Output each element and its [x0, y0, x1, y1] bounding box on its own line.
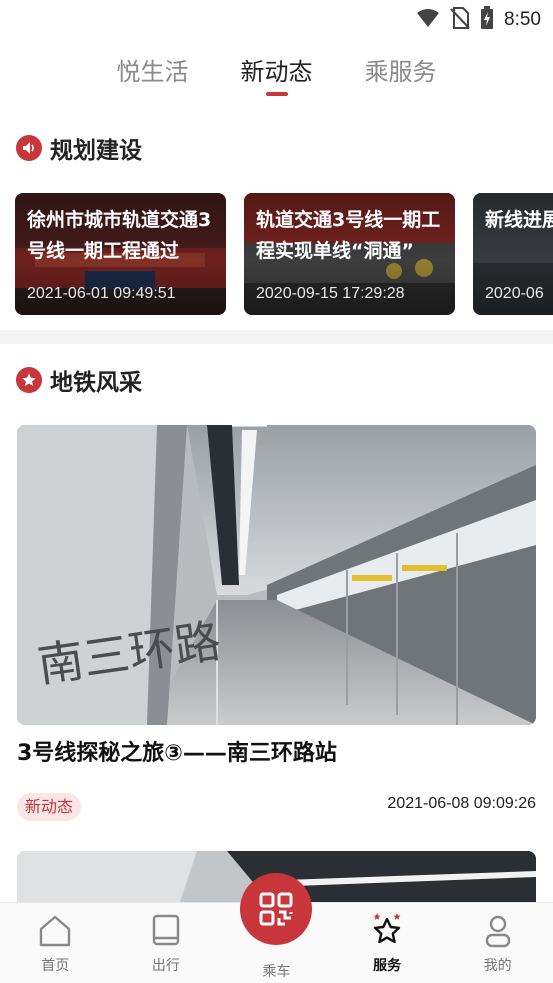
- tab-label: 乘服务: [364, 58, 437, 86]
- planning-section-header: 规划建设: [16, 131, 142, 165]
- station-platform-image: 南三环路: [17, 425, 536, 725]
- news-tag-badge: 新动态: [17, 793, 82, 821]
- section-title: 地铁风采: [50, 370, 142, 396]
- no-sim-icon: [450, 7, 470, 33]
- qr-code-icon: [240, 873, 313, 945]
- news-meta: 新动态 2021-06-08 09:09:26: [17, 793, 536, 821]
- tab-news[interactable]: 新动态: [241, 52, 313, 96]
- nav-label: 出行: [151, 958, 180, 974]
- planning-card[interactable]: 新线进展快推进车 2020-06: [473, 193, 553, 315]
- battery-charging-icon: [480, 6, 494, 34]
- featured-news-card[interactable]: 南三环路 3号线探秘之旅③——南三环路站 新动态 2021-06-08 09:0…: [17, 425, 536, 821]
- tab-label: 新动态: [240, 58, 313, 86]
- planning-card-title: 新线进展快推进车: [485, 209, 553, 231]
- planning-card[interactable]: 徐州市城市轨道交通3号线一期工程通过 2021-06-01 09:49:51: [15, 193, 226, 315]
- news-date: 2021-06-08 09:09:26: [387, 795, 536, 812]
- tab-indicator: [265, 92, 288, 96]
- star-icon: [367, 911, 407, 951]
- speaker-icon: [16, 135, 42, 161]
- planning-card-date: 2020-09-15 17:29:28: [256, 285, 405, 302]
- tab-yue-life[interactable]: 悦生活: [117, 52, 189, 96]
- planning-card-date: 2020-06: [485, 285, 544, 302]
- status-icons: 8:50: [416, 6, 541, 34]
- wifi-icon: [416, 8, 440, 32]
- tab-ride-service[interactable]: 乘服务: [365, 52, 437, 96]
- planning-card-title: 徐州市城市轨道交通3号线一期工程通过: [27, 209, 212, 262]
- news-image: 南三环路: [17, 425, 536, 725]
- status-bar: 8:50: [0, 0, 553, 38]
- planning-card[interactable]: 轨道交通3号线一期工程实现单线“洞通” 2020-09-15 17:29:28: [244, 193, 455, 315]
- planning-carousel[interactable]: 徐州市城市轨道交通3号线一期工程通过 2021-06-01 09:49:51 轨…: [15, 193, 553, 315]
- user-icon: [480, 911, 516, 951]
- nav-service[interactable]: 服务: [332, 903, 443, 983]
- section-title: 规划建设: [50, 138, 142, 164]
- nav-label: 乘车: [262, 964, 291, 980]
- tab-label: 悦生活: [116, 58, 189, 86]
- top-tabs: 悦生活 新动态 乘服务: [0, 52, 553, 108]
- nav-ride[interactable]: 乘车: [221, 873, 332, 983]
- section-divider: [0, 330, 553, 344]
- home-icon: [37, 911, 73, 951]
- star-badge-icon: [16, 367, 42, 393]
- news-title: 3号线探秘之旅③——南三环路站: [17, 741, 337, 766]
- bottom-nav: 首页 出行 乘车 服务 我的: [0, 873, 553, 983]
- nav-label: 首页: [41, 958, 70, 974]
- nav-label: 我的: [483, 958, 512, 974]
- metro-style-section-header: 地铁风采: [16, 363, 142, 397]
- nav-travel[interactable]: 出行: [111, 903, 222, 983]
- planning-card-date: 2021-06-01 09:49:51: [27, 285, 176, 302]
- book-icon: [148, 911, 184, 951]
- nav-mine[interactable]: 我的: [442, 903, 553, 983]
- nav-label: 服务: [373, 958, 402, 974]
- status-time: 8:50: [504, 9, 541, 30]
- nav-home[interactable]: 首页: [0, 903, 111, 983]
- planning-card-title: 轨道交通3号线一期工程实现单线“洞通”: [256, 209, 441, 262]
